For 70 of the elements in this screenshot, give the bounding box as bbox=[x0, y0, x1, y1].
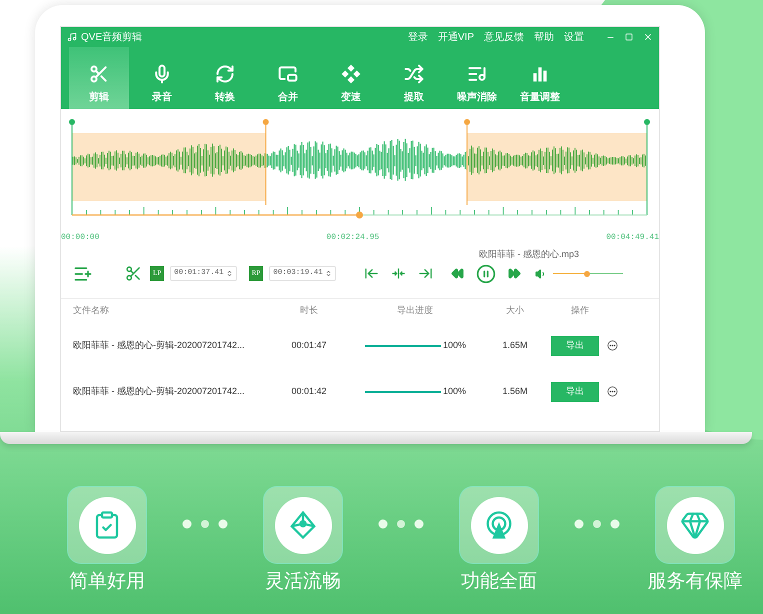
dots-icon bbox=[378, 519, 424, 529]
volume-icon[interactable] bbox=[534, 268, 547, 280]
spinner-icon[interactable] bbox=[324, 270, 332, 277]
fast-forward-icon[interactable] bbox=[508, 267, 521, 280]
column-header: 文件名称 bbox=[73, 304, 110, 317]
column-header: 时长 bbox=[299, 304, 319, 317]
volume-thumb[interactable] bbox=[584, 270, 590, 276]
selection-marker[interactable] bbox=[464, 119, 470, 206]
scissors-icon[interactable] bbox=[125, 265, 142, 282]
music-note-icon bbox=[67, 32, 77, 42]
volume-slider[interactable] bbox=[552, 270, 623, 278]
feature-label: 灵活流畅 bbox=[265, 570, 341, 594]
column-header: 导出进度 bbox=[396, 304, 434, 317]
column-header: 操作 bbox=[570, 304, 590, 317]
microphone-icon bbox=[152, 64, 172, 84]
tool-tab[interactable]: 噪声消除 bbox=[447, 47, 507, 109]
feature-label: 简单好用 bbox=[69, 570, 145, 594]
tool-tab[interactable]: 转换 bbox=[195, 47, 255, 109]
app-title: QVE音频剪辑 bbox=[81, 30, 142, 44]
align-end-icon[interactable] bbox=[418, 266, 433, 281]
export-button[interactable]: 导出 bbox=[551, 336, 599, 356]
size-cell-text: 1.65M bbox=[501, 338, 528, 352]
duration-cell-text: 00:01:47 bbox=[290, 338, 328, 352]
dots-icon bbox=[182, 519, 228, 529]
menu-link[interactable]: 帮助 bbox=[534, 30, 554, 44]
scissors-icon bbox=[89, 64, 109, 84]
tool-tab[interactable]: 音量调整 bbox=[510, 47, 570, 109]
selection-marker[interactable] bbox=[262, 119, 269, 206]
shuffle-icon bbox=[404, 64, 424, 84]
duration-cell-text: 00:01:42 bbox=[290, 384, 328, 398]
feature-label: 功能全面 bbox=[461, 570, 537, 594]
menu-link[interactable]: 登录 bbox=[408, 30, 428, 44]
file-name-cell-text: 欧阳菲菲 - 感恩的心-剪辑-202007201742... bbox=[73, 338, 246, 352]
progress-percent: 100% bbox=[443, 338, 466, 352]
close-icon[interactable] bbox=[643, 32, 653, 42]
maximize-icon[interactable] bbox=[625, 33, 633, 41]
start-time: 00:00:00 bbox=[61, 232, 100, 244]
refresh-icon bbox=[215, 64, 235, 84]
tool-tab[interactable]: 合并 bbox=[258, 47, 318, 109]
menu-link[interactable]: 开通VIP bbox=[438, 30, 474, 44]
export-button[interactable]: 导出 bbox=[551, 382, 599, 402]
pyramid-icon bbox=[288, 510, 318, 540]
music-list-icon bbox=[467, 64, 487, 84]
file-name-cell-text: 欧阳菲菲 - 感恩的心-剪辑-202007201742... bbox=[73, 384, 246, 398]
playhead-handle[interactable] bbox=[356, 212, 363, 218]
menu-link[interactable]: 设置 bbox=[564, 30, 584, 44]
more-options-icon[interactable] bbox=[607, 340, 618, 351]
more-options-icon[interactable] bbox=[607, 386, 618, 397]
dpad-icon bbox=[341, 64, 361, 84]
tool-tab[interactable]: 提取 bbox=[384, 47, 444, 109]
column-header: 大小 bbox=[505, 304, 525, 317]
tool-tab[interactable]: 变速 bbox=[321, 47, 381, 109]
tool-tab[interactable]: 剪辑 bbox=[69, 47, 129, 109]
pause-icon[interactable] bbox=[476, 264, 496, 284]
spinner-icon[interactable] bbox=[226, 270, 233, 277]
signal-icon bbox=[484, 510, 514, 540]
dots-icon bbox=[574, 519, 620, 529]
size-cell-text: 1.56M bbox=[501, 384, 528, 398]
align-start-icon[interactable] bbox=[364, 266, 379, 281]
rewind-icon[interactable] bbox=[450, 267, 464, 280]
progress-percent: 100% bbox=[443, 384, 466, 398]
picture-in-picture-icon bbox=[278, 64, 298, 84]
tool-tab[interactable]: 录音 bbox=[132, 47, 192, 109]
feature-label: 服务有保障 bbox=[648, 570, 742, 594]
now-playing-title: 欧阳菲菲 - 感恩的心.mp3 bbox=[478, 248, 579, 261]
menu-link[interactable]: 意见反馈 bbox=[484, 30, 524, 44]
end-time: 00:04:49.41 bbox=[606, 232, 659, 244]
current-time: 00:02:24.95 bbox=[326, 232, 380, 244]
align-center-icon[interactable] bbox=[390, 266, 406, 281]
gem-icon bbox=[680, 510, 710, 540]
